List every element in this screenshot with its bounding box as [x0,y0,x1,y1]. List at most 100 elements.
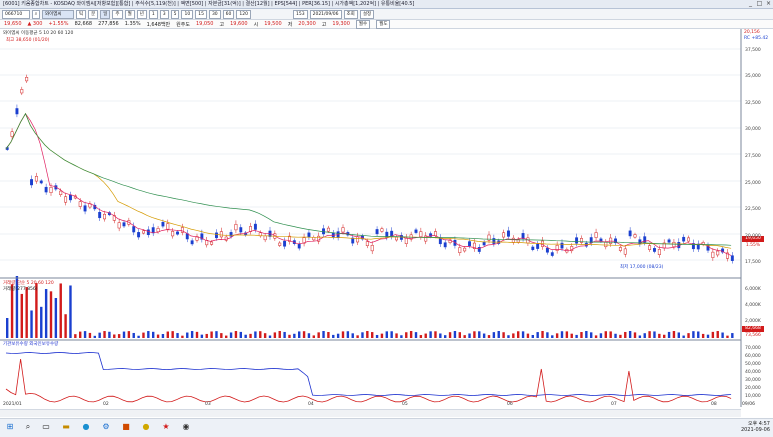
monthly-button[interactable]: 월수 [355,19,371,29]
kiwoom-icon[interactable]: ★ [160,421,172,433]
minute-15[interactable]: 15 [195,9,207,19]
close-button[interactable]: × [764,0,773,8]
monthly-button-2[interactable]: 월도 [376,19,391,29]
maximize-button[interactable]: □ [755,0,764,8]
volume-bar [108,331,111,338]
volume-bar [570,333,573,338]
volume-bar [302,331,306,338]
volume-bar [142,332,145,338]
chart-scrollbar[interactable] [0,409,741,417]
stock-name-label[interactable]: 와이엠씨 [42,9,74,19]
volume-bar [30,310,33,338]
volume-bar [575,334,578,338]
inv-tick: 60,000 [745,354,761,359]
volume-bar [512,333,515,338]
volume-bar [565,331,569,338]
volume-bar [181,335,184,338]
candle [137,232,141,238]
volume-bar [20,293,23,338]
x-label: 07 [611,402,617,407]
chart-toolbar: 066710 ⌕ 와이엠씨 틱 분 일 주 월 년 1 3 5 10 15 30… [0,9,773,20]
y-tick: 37,500 [745,48,761,53]
volume-bar [458,332,461,338]
minute-60[interactable]: 60 [222,9,235,19]
volume-bar [478,331,481,338]
low-label: 저 [287,21,293,28]
volume-bar [385,331,388,338]
candle [78,201,82,207]
search-icon[interactable]: ⌕ [22,421,34,433]
count-input[interactable]: 153 [293,9,308,19]
candle [166,223,170,230]
minute-5[interactable]: 5 [170,9,180,19]
volume-bar [643,333,646,338]
volume-bar [200,334,204,338]
volume-bar [6,318,9,338]
stock-code-input[interactable]: 066710 [2,9,30,19]
minimize-button[interactable]: _ [746,0,755,8]
volume-bar [580,332,583,338]
stock-chart[interactable] [0,29,773,409]
window-title-bar: [6001] 키움종합차트 - KOSDAQ 와이엠씨[저항보험][통합] | … [0,0,773,9]
edge-icon[interactable]: ● [80,421,92,433]
volume-bar [117,334,121,338]
volume-bar [653,331,656,338]
candle [253,223,257,230]
volume-bar [473,331,476,338]
task-view-icon[interactable]: ▭ [40,421,52,433]
window-title: [6001] 키움종합차트 - KOSDAQ 와이엠씨[저항보험][통합] | … [3,1,415,7]
vol-tick: 4,000K [745,303,761,308]
volume-bar [517,331,520,338]
volume-bar [590,332,593,338]
app2-icon[interactable]: ◉ [180,421,192,433]
minute-1[interactable]: 1 [148,9,158,19]
high-label-2: 고 [321,21,327,28]
tab-tick[interactable]: 틱 [76,9,87,19]
candle [560,242,564,249]
volume-bar [161,334,165,338]
x-label: 09/06 [742,402,755,407]
tab-day[interactable]: 일 [100,9,111,19]
volume-bar [692,331,695,338]
candle [419,231,423,238]
app-icon[interactable]: ■ [120,421,132,433]
search-icon[interactable]: ⌕ [32,9,40,19]
taskbar-clock[interactable]: 오후 4:57 2021-09-06 [740,420,770,433]
candle [69,194,72,201]
settings-icon[interactable]: ⚙ [100,421,112,433]
volume-bar [215,331,218,338]
volume-bar [468,333,471,338]
tab-year[interactable]: 년 [136,9,147,19]
chat-icon[interactable]: ● [140,421,152,433]
volume-bar [249,333,252,338]
date-input[interactable]: 2021/09/06 [309,9,342,19]
candle [356,236,360,243]
volume-bar [54,298,58,338]
tab-month[interactable]: 월 [124,9,135,19]
tab-week[interactable]: 주 [112,9,123,19]
volume-bar [711,331,715,338]
minute-10[interactable]: 10 [181,9,194,19]
start-icon[interactable]: ⊞ [4,421,16,433]
price-legend-text: 와이엠씨 이동평균 5 10 20 60 120 [3,31,74,36]
inv-tick: 50,000 [745,362,761,367]
query-button[interactable]: 조회 [343,9,358,19]
minute-120[interactable]: 120 [236,9,251,19]
candle [117,222,121,229]
candle [482,241,486,246]
volume-pct: 1.35% [124,21,141,27]
volume-bar [152,331,155,338]
volume-bar [594,335,598,338]
folder-icon[interactable]: ▬ [60,421,72,433]
settings-button[interactable]: 설정 [359,9,375,19]
minute-3[interactable]: 3 [159,9,169,19]
volume-value-box-2: 73,566 [745,333,761,338]
inv-tick: 70,000 [745,346,761,351]
candle [687,237,690,242]
volume-bar [361,332,364,338]
tab-minute[interactable]: 분 [88,9,99,19]
current-price: 19,650 [4,21,22,27]
y-tick: 27,500 [745,154,761,159]
volume-sub-legend: 거래량(277,856) [3,287,38,292]
minute-30[interactable]: 30 [208,9,221,19]
